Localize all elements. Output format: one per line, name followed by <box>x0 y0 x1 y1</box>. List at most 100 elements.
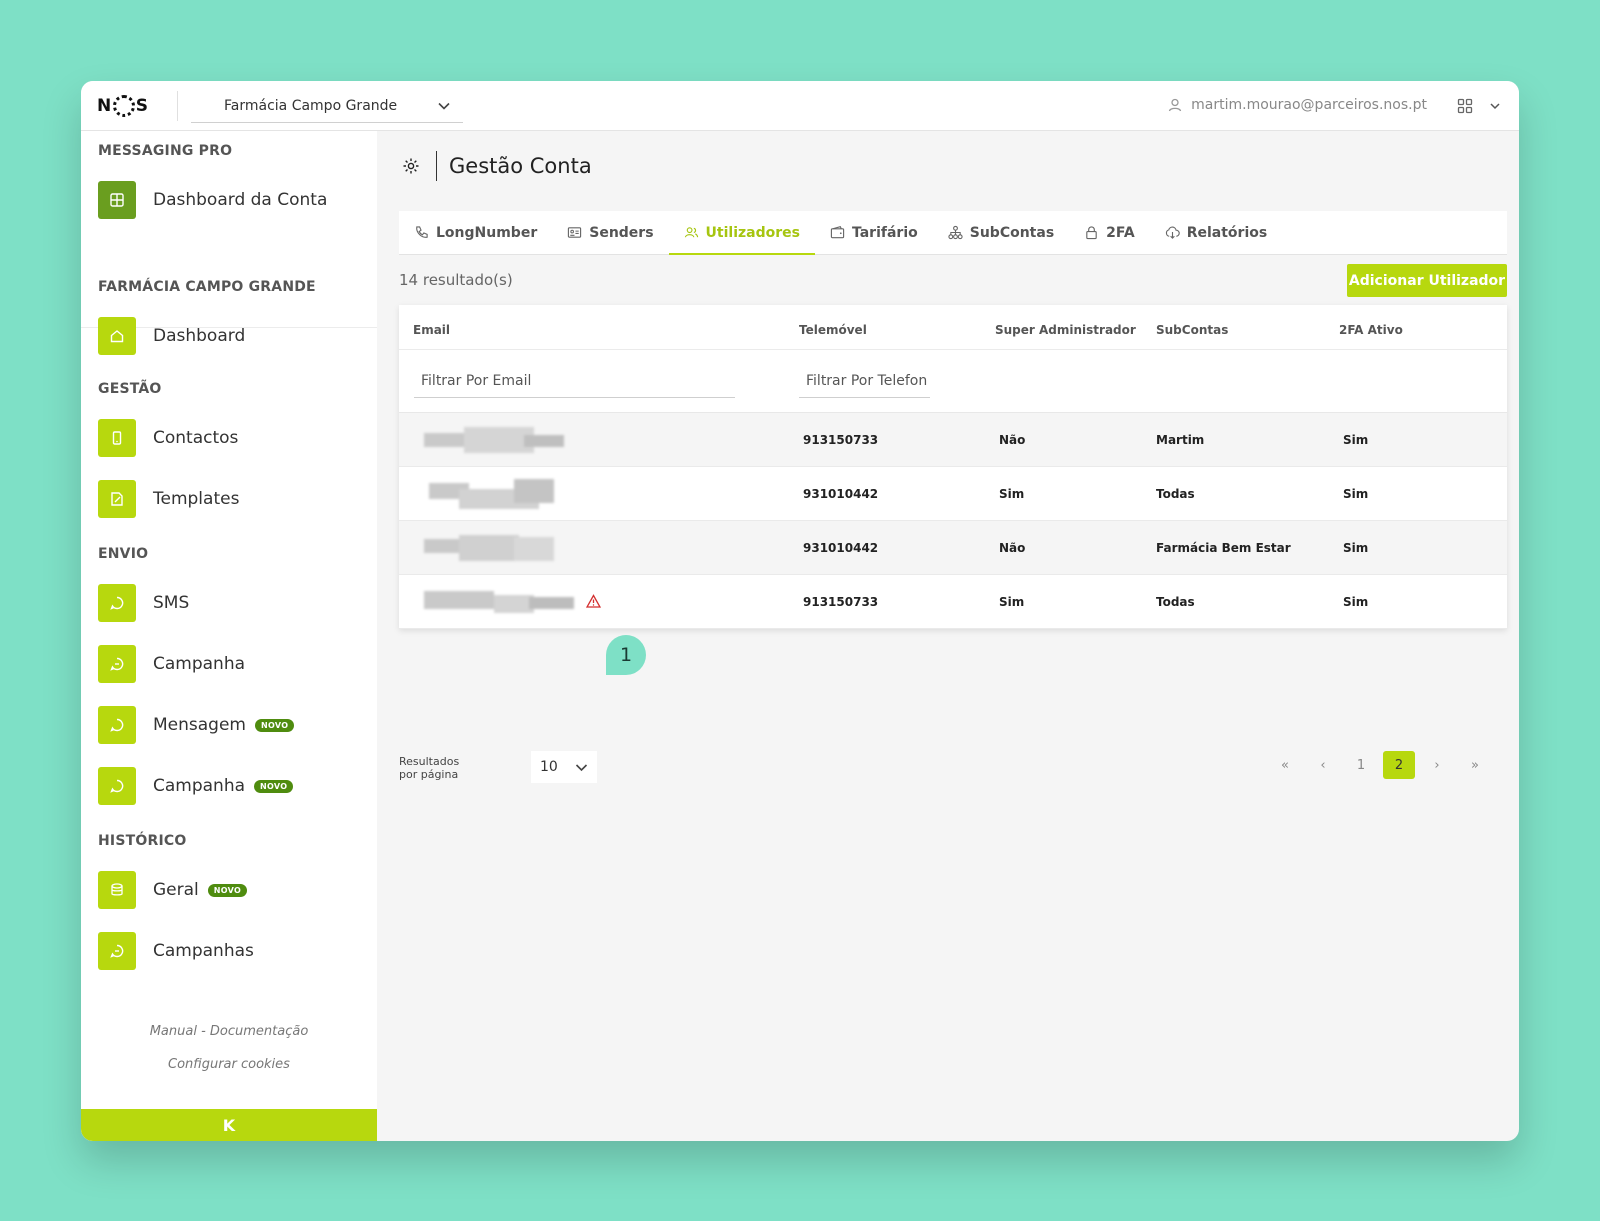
table-row[interactable]: 913150733 Não Martim Sim <box>399 413 1507 467</box>
page-2-button[interactable]: 2 <box>1383 751 1415 779</box>
collapse-sidebar-button[interactable]: K <box>81 1109 377 1141</box>
manual-link[interactable]: Manual - Documentação <box>81 1024 377 1039</box>
section-title-historico: HISTÓRICO <box>98 833 187 849</box>
gear-icon <box>403 158 419 174</box>
super-admin-cell: Não <box>999 541 1026 555</box>
sidebar-item-campanha-novo[interactable]: Campanha NOVO <box>98 767 294 805</box>
divider <box>399 349 1507 350</box>
table-row[interactable]: 913150733 Sim Todas Sim <box>399 575 1507 629</box>
account-select[interactable]: Farmácia Campo Grande <box>191 89 463 123</box>
tab-tarifario[interactable]: Tarifário <box>815 211 933 254</box>
app-window: NS Farmácia Campo Grande martim.mourao@p… <box>81 81 1519 1141</box>
apps-grid-icon[interactable] <box>1457 98 1473 114</box>
per-page-select[interactable]: 10 <box>531 751 597 783</box>
results-count: 14 resultado(s) <box>399 271 513 289</box>
page-1-button[interactable]: 1 <box>1345 751 1377 779</box>
tab-relatorios[interactable]: Relatórios <box>1150 211 1283 254</box>
tab-2fa[interactable]: 2FA <box>1069 211 1150 254</box>
phone-cell: 931010442 <box>803 541 879 555</box>
tab-label: Tarifário <box>851 224 918 241</box>
subaccounts-cell: Martim <box>1156 433 1205 447</box>
grid-icon <box>98 181 136 219</box>
column-header-phone[interactable]: Telemóvel <box>799 323 867 337</box>
sidebar-item-campanha[interactable]: Campanha <box>98 645 245 683</box>
column-header-subaccounts[interactable]: SubContas <box>1156 323 1228 337</box>
sidebar-item-templates[interactable]: Templates <box>98 480 239 518</box>
page-header: Gestão Conta <box>402 151 592 181</box>
section-title-gestao: GESTÃO <box>98 381 162 397</box>
phone-cell: 913150733 <box>803 433 879 447</box>
user-account[interactable]: martim.mourao@parceiros.nos.pt <box>1167 97 1427 113</box>
tab-label: 2FA <box>1106 224 1135 241</box>
column-header-email[interactable]: Email <box>413 323 450 337</box>
twofa-cell: Sim <box>1343 487 1369 501</box>
next-page-button[interactable]: › <box>1421 751 1453 779</box>
warning-icon[interactable] <box>586 594 601 608</box>
chat-bubble-icon <box>98 767 136 805</box>
phone-icon <box>416 226 428 238</box>
twofa-cell: Sim <box>1343 595 1369 609</box>
tab-label: Senders <box>589 224 654 241</box>
table-row[interactable]: 931010442 Sim Todas Sim <box>399 467 1507 521</box>
super-admin-cell: Sim <box>999 595 1025 609</box>
cookies-link[interactable]: Configurar cookies <box>81 1057 377 1072</box>
prev-page-button[interactable]: ‹ <box>1307 751 1339 779</box>
subaccounts-cell: Todas <box>1156 487 1195 501</box>
redacted-email <box>404 477 574 511</box>
pagination: « ‹ 1 2 › » <box>1263 751 1491 779</box>
sidebar-item-geral[interactable]: Geral NOVO <box>98 871 248 909</box>
campaign-icon <box>98 932 136 970</box>
sidebar-item-label: Geral <box>153 880 199 900</box>
tab-senders[interactable]: Senders <box>552 211 668 254</box>
tab-bar: LongNumber Senders Utilizadores Tarifári… <box>399 211 1507 255</box>
subaccounts-cell: Farmácia Bem Estar <box>1156 541 1291 555</box>
redacted-email <box>404 423 574 457</box>
super-admin-cell: Não <box>999 433 1026 447</box>
sidebar-item-sms[interactable]: SMS <box>98 584 189 622</box>
user-email: martim.mourao@parceiros.nos.pt <box>1191 97 1427 113</box>
chevron-down-icon[interactable] <box>1489 100 1501 112</box>
sidebar-item-dashboard-conta[interactable]: Dashboard da Conta <box>98 181 327 219</box>
twofa-cell: Sim <box>1343 433 1369 447</box>
first-page-button[interactable]: « <box>1269 751 1301 779</box>
edit-document-icon <box>98 480 136 518</box>
phone-icon <box>98 419 136 457</box>
section-title-account: FARMÁCIA CAMPO GRANDE <box>98 279 316 295</box>
phone-filter-input[interactable] <box>799 365 930 398</box>
divider <box>436 151 437 181</box>
super-admin-cell: Sim <box>999 487 1025 501</box>
subaccounts-cell: Todas <box>1156 595 1195 609</box>
tab-label: Relatórios <box>1186 224 1268 241</box>
tab-subcontas[interactable]: SubContas <box>933 211 1069 254</box>
sidebar: MESSAGING PRO Dashboard da Conta FARMÁCI… <box>81 131 377 1141</box>
sidebar-item-campanhas[interactable]: Campanhas <box>98 932 254 970</box>
section-title-messaging: MESSAGING PRO <box>98 143 233 159</box>
home-icon <box>98 317 136 355</box>
tab-utilizadores[interactable]: Utilizadores <box>668 211 816 255</box>
chevron-down-icon <box>438 102 450 110</box>
sidebar-item-label: Contactos <box>153 428 239 448</box>
twofa-cell: Sim <box>1343 541 1369 555</box>
sidebar-item-mensagem[interactable]: Mensagem NOVO <box>98 706 295 744</box>
page-title: Gestão Conta <box>449 154 592 178</box>
sidebar-item-label: SMS <box>153 593 190 613</box>
tab-label: LongNumber <box>436 224 538 241</box>
wallet-icon <box>830 226 845 239</box>
collapse-icon: K <box>222 1115 236 1135</box>
hierarchy-icon <box>948 225 963 240</box>
table-row[interactable]: 931010442 Não Farmácia Bem Estar Sim <box>399 521 1507 575</box>
last-page-button[interactable]: » <box>1459 751 1491 779</box>
tab-longnumber[interactable]: LongNumber <box>399 211 552 254</box>
email-filter-input[interactable] <box>414 365 735 398</box>
sidebar-item-dashboard[interactable]: Dashboard <box>98 317 245 355</box>
column-header-2fa[interactable]: 2FA Ativo <box>1339 323 1403 337</box>
campaign-icon <box>98 645 136 683</box>
sidebar-item-contactos[interactable]: Contactos <box>98 419 238 457</box>
users-icon <box>684 227 698 238</box>
phone-cell: 913150733 <box>803 595 879 609</box>
column-header-super-admin[interactable]: Super Administrador <box>995 323 1136 337</box>
sidebar-item-label: Campanha <box>153 654 246 674</box>
add-user-button[interactable]: Adicionar Utilizador <box>1347 264 1507 297</box>
main-content: Gestão Conta LongNumber Senders Utilizad… <box>377 131 1519 1141</box>
nos-logo[interactable]: NS <box>97 93 148 119</box>
